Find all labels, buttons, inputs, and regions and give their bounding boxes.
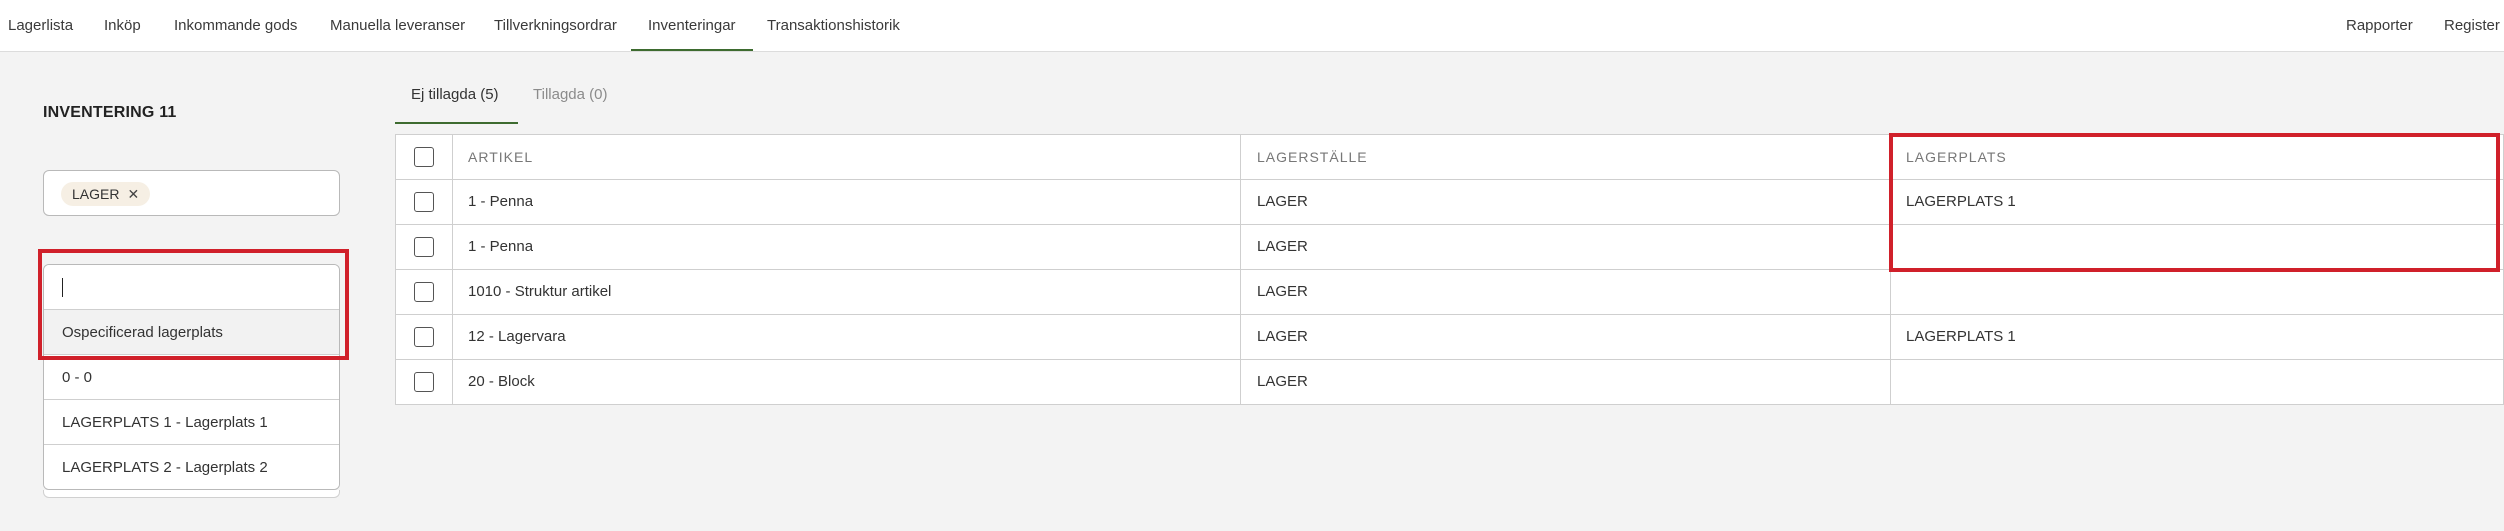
page-title: INVENTERING 11 bbox=[43, 104, 177, 121]
warehouse-chip: LAGER ✕ bbox=[61, 182, 151, 206]
row-checkbox[interactable] bbox=[414, 192, 434, 212]
close-icon[interactable]: ✕ bbox=[127, 186, 139, 202]
cell-lagerstalle: LAGER bbox=[1257, 283, 1308, 300]
row-checkbox[interactable] bbox=[414, 282, 434, 302]
cell-lagerstalle: LAGER bbox=[1257, 238, 1308, 255]
storage-location-search-input[interactable] bbox=[44, 265, 339, 310]
dropdown-option-lagerplats-2[interactable]: LAGERPLATS 2 - Lagerplats 2 bbox=[44, 445, 339, 489]
nav-item-lagerlista[interactable]: Lagerlista bbox=[8, 0, 73, 51]
tab-tillagda[interactable]: Tillagda (0) bbox=[533, 72, 607, 124]
cell-lagerplats: LAGERPLATS 1 bbox=[1906, 328, 2016, 345]
column-header-lagerplats: LAGERPLATS bbox=[1906, 149, 2007, 165]
table-row[interactable]: 1 - Penna LAGER LAGERPLATS 1 bbox=[396, 180, 2503, 225]
nav-item-inkop[interactable]: Inköp bbox=[104, 0, 141, 51]
nav-item-tillverkningsordrar[interactable]: Tillverkningsordrar bbox=[494, 0, 617, 51]
dropdown-option-unspecified[interactable]: Ospecificerad lagerplats bbox=[44, 310, 339, 355]
storage-location-dropdown: Ospecificerad lagerplats 0 - 0 LAGERPLAT… bbox=[43, 264, 340, 490]
dropdown-bottom-edge bbox=[43, 490, 340, 498]
tab-ej-tillagda[interactable]: Ej tillagda (5) bbox=[395, 72, 518, 124]
dropdown-option-lagerplats-1[interactable]: LAGERPLATS 1 - Lagerplats 1 bbox=[44, 400, 339, 445]
row-checkbox[interactable] bbox=[414, 237, 434, 257]
nav-item-transaktionshistorik[interactable]: Transaktionshistorik bbox=[767, 0, 900, 51]
nav-item-register[interactable]: Register bbox=[2444, 0, 2500, 51]
column-header-artikel: ARTIKEL bbox=[468, 149, 534, 165]
warehouse-chip-label: LAGER bbox=[72, 186, 120, 202]
cell-lagerstalle: LAGER bbox=[1257, 373, 1308, 390]
table-row[interactable]: 12 - Lagervara LAGER LAGERPLATS 1 bbox=[396, 315, 2503, 360]
row-checkbox[interactable] bbox=[414, 327, 434, 347]
text-cursor bbox=[62, 278, 63, 297]
row-checkbox[interactable] bbox=[414, 372, 434, 392]
nav-item-rapporter[interactable]: Rapporter bbox=[2346, 0, 2413, 51]
nav-item-inkommande-gods[interactable]: Inkommande gods bbox=[174, 0, 297, 51]
nav-item-manuella-leveranser[interactable]: Manuella leveranser bbox=[330, 0, 465, 51]
cell-artikel: 12 - Lagervara bbox=[468, 328, 566, 345]
table-row[interactable]: 1 - Penna LAGER bbox=[396, 225, 2503, 270]
table-header-row: ARTIKEL LAGERSTÄLLE LAGERPLATS bbox=[396, 135, 2503, 180]
select-all-checkbox[interactable] bbox=[414, 147, 434, 167]
dropdown-option-0[interactable]: 0 - 0 bbox=[44, 355, 339, 400]
table-row[interactable]: 20 - Block LAGER bbox=[396, 360, 2503, 405]
cell-lagerstalle: LAGER bbox=[1257, 328, 1308, 345]
nav-item-inventeringar[interactable]: Inventeringar bbox=[631, 0, 753, 51]
column-header-lagerstalle: LAGERSTÄLLE bbox=[1257, 149, 1368, 165]
cell-artikel: 1010 - Struktur artikel bbox=[468, 283, 612, 300]
cell-lagerplats: LAGERPLATS 1 bbox=[1906, 193, 2016, 210]
cell-artikel: 1 - Penna bbox=[468, 193, 534, 210]
warehouse-filter-field[interactable]: LAGER ✕ bbox=[43, 170, 340, 216]
table-row[interactable]: 1010 - Struktur artikel LAGER bbox=[396, 270, 2503, 315]
top-navigation: Lagerlista Inköp Inkommande gods Manuell… bbox=[0, 0, 2504, 52]
inventory-table: ARTIKEL LAGERSTÄLLE LAGERPLATS 1 - Penna… bbox=[395, 134, 2504, 405]
cell-artikel: 1 - Penna bbox=[468, 238, 534, 255]
cell-artikel: 20 - Block bbox=[468, 373, 535, 390]
cell-lagerstalle: LAGER bbox=[1257, 193, 1308, 210]
